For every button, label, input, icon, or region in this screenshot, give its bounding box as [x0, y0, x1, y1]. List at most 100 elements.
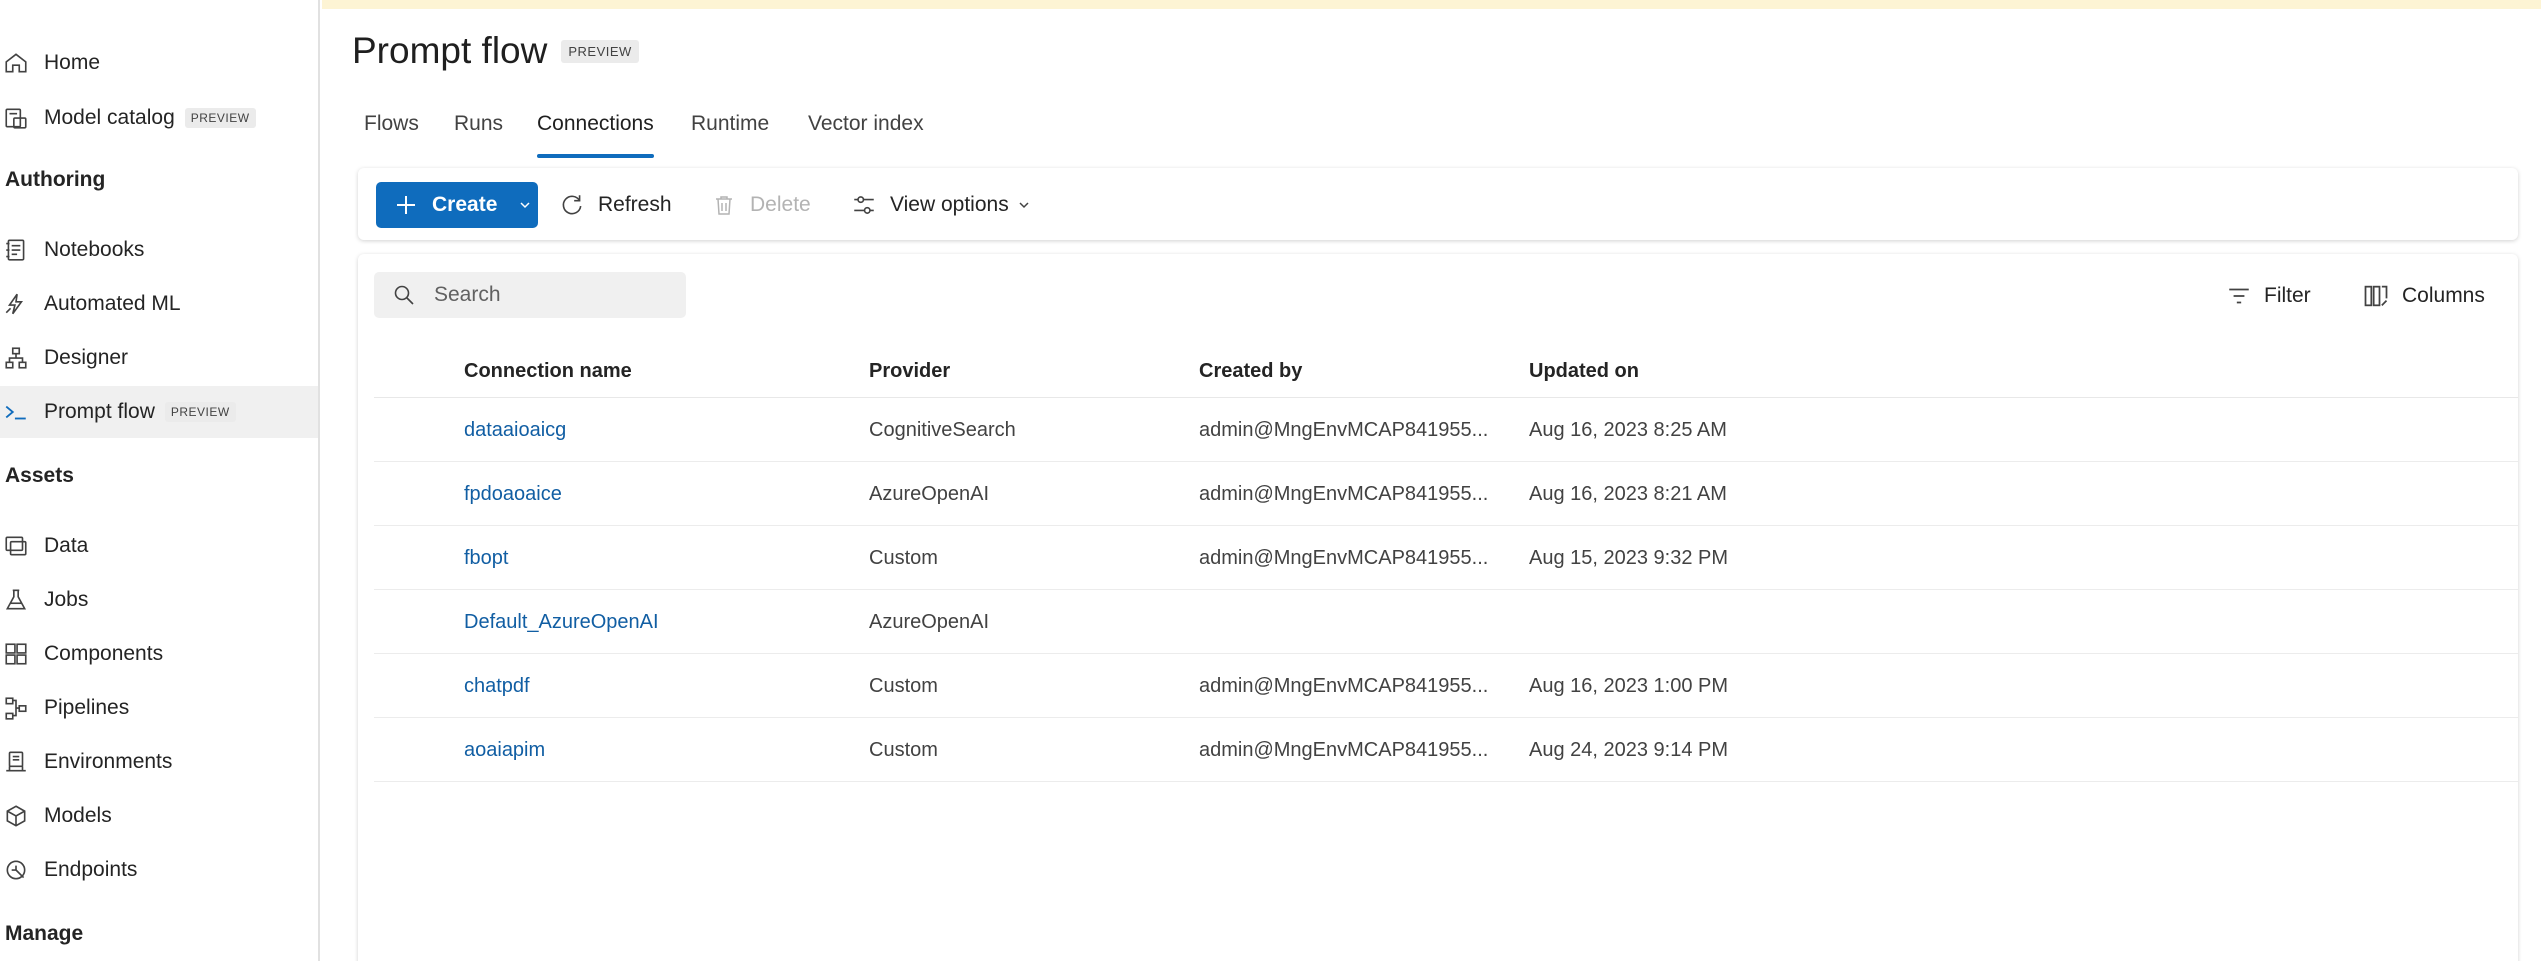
column-header-provider[interactable]: Provider: [869, 360, 950, 383]
tab-label: Flows: [364, 112, 419, 135]
tab-connections[interactable]: Connections: [537, 106, 654, 158]
chevron-down-icon: [520, 202, 530, 209]
options-sliders-icon: [850, 191, 878, 219]
provider-cell: AzureOpenAI: [869, 483, 990, 505]
filter-icon: [2229, 288, 2249, 304]
sidebar-item-models[interactable]: Models: [0, 790, 318, 842]
view-options-button[interactable]: View options: [850, 182, 1031, 228]
table-row[interactable]: dataaioaicg CognitiveSearch admin@MngEnv…: [374, 398, 2518, 462]
column-header-created-by[interactable]: Created by: [1199, 360, 1302, 383]
catalog-icon: [3, 105, 29, 131]
page-title: Prompt flow PREVIEW: [352, 30, 639, 72]
provider-cell: Custom: [869, 675, 938, 697]
models-icon: [3, 803, 29, 829]
columns-button-label: Columns: [2402, 284, 2485, 307]
column-header-updated-on[interactable]: Updated on: [1529, 360, 1639, 383]
connection-name-link[interactable]: chatpdf: [464, 675, 530, 698]
columns-button[interactable]: Columns: [2362, 280, 2485, 312]
tab-label: Vector index: [808, 112, 924, 135]
provider-cell: Custom: [869, 547, 938, 569]
sidebar-item-jobs[interactable]: Jobs: [0, 574, 318, 626]
created-by-cell: admin@MngEnvMCAP841955....: [1199, 483, 1489, 505]
sidebar-item-label: Prompt flow: [44, 400, 155, 423]
connections-grid-card: Filter Columns Connection name Provider …: [358, 254, 2518, 961]
sidebar-item-components[interactable]: Components: [0, 628, 318, 680]
sidebar-item-label: Automated ML: [44, 292, 181, 315]
tab-flows[interactable]: Flows: [364, 106, 419, 158]
sidebar-item-pipelines[interactable]: Pipelines: [0, 682, 318, 734]
created-by-cell: admin@MngEnvMCAP841955....: [1199, 419, 1489, 441]
tab-runtime[interactable]: Runtime: [691, 106, 769, 158]
connection-name-link[interactable]: fbopt: [464, 547, 508, 570]
connection-name-link[interactable]: fpdoaoaice: [464, 483, 562, 506]
section-heading-manage: Manage: [5, 922, 84, 945]
home-icon: [3, 50, 29, 76]
filter-button[interactable]: Filter: [2226, 280, 2311, 312]
sidebar-item-label: Jobs: [44, 588, 89, 611]
column-header-connection-name[interactable]: Connection name: [464, 360, 632, 383]
tab-vector-index[interactable]: Vector index: [808, 106, 924, 158]
sidebar-item-home[interactable]: Home: [0, 37, 318, 89]
updated-on-cell: Aug 16, 2023 8:21 AM: [1529, 483, 1727, 505]
search-input[interactable]: [434, 280, 674, 310]
refresh-button[interactable]: Refresh: [558, 182, 672, 228]
designer-icon: [3, 345, 29, 371]
preview-badge: PREVIEW: [184, 108, 256, 129]
delete-button[interactable]: Delete: [710, 182, 811, 228]
refresh-icon: [558, 191, 586, 219]
table-row[interactable]: aoaiapim Custom admin@MngEnvMCAP841955..…: [374, 718, 2518, 782]
sidebar-item-automated-ml[interactable]: Automated ML: [0, 278, 318, 330]
sidebar-item-label: Data: [44, 534, 89, 557]
active-tab-indicator: [537, 154, 654, 158]
refresh-button-label: Refresh: [598, 193, 672, 216]
tab-runs[interactable]: Runs: [454, 106, 503, 158]
notebook-icon: [3, 237, 29, 263]
automl-icon: [3, 291, 29, 317]
trash-icon: [710, 191, 738, 219]
created-by-cell: admin@MngEnvMCAP841955....: [1199, 547, 1489, 569]
table-row[interactable]: fbopt Custom admin@MngEnvMCAP841955.... …: [374, 526, 2518, 590]
preview-badge: PREVIEW: [561, 39, 639, 63]
data-icon: [3, 533, 29, 559]
sidebar-item-label: Home: [44, 51, 101, 74]
updated-on-cell: Aug 15, 2023 9:32 PM: [1529, 547, 1729, 569]
command-bar: Create Refresh Delete View options: [358, 168, 2518, 240]
pipelines-icon: [3, 695, 29, 721]
search-box[interactable]: [374, 272, 686, 318]
created-by-cell: admin@MngEnvMCAP841955....: [1199, 739, 1489, 761]
updated-on-cell: Aug 16, 2023 8:25 AM: [1529, 419, 1727, 441]
filter-button-label: Filter: [2264, 284, 2311, 307]
sidebar-item-label: Models: [44, 804, 112, 827]
section-heading-authoring: Authoring: [5, 168, 106, 191]
sidebar-item-designer[interactable]: Designer: [0, 332, 318, 384]
tab-label: Runs: [454, 112, 504, 135]
sidebar-item-label: Designer: [44, 346, 129, 369]
tab-label: Runtime: [691, 112, 770, 135]
create-button[interactable]: Create: [376, 182, 538, 228]
provider-cell: CognitiveSearch: [869, 419, 1016, 441]
sidebar-item-label: Pipelines: [44, 696, 130, 719]
create-button-label: Create: [432, 193, 498, 216]
connection-name-link[interactable]: Default_AzureOpenAI: [464, 611, 659, 634]
connections-table: Connection name Provider Created by Upda…: [374, 344, 2518, 782]
sidebar-item-model-catalog[interactable]: Model catalog PREVIEW: [0, 92, 318, 144]
chevron-down-icon: [1019, 202, 1029, 209]
provider-cell: Custom: [869, 739, 938, 761]
sidebar-item-prompt-flow[interactable]: Prompt flow PREVIEW: [0, 386, 318, 438]
sidebar-item-notebooks[interactable]: Notebooks: [0, 224, 318, 276]
table-row[interactable]: Default_AzureOpenAI AzureOpenAI: [374, 590, 2518, 654]
endpoints-icon: [3, 857, 29, 883]
preview-badge: PREVIEW: [164, 402, 236, 423]
sidebar-item-endpoints[interactable]: Endpoints: [0, 844, 318, 896]
connection-name-link[interactable]: dataaioaicg: [464, 419, 566, 442]
sidebar-item-data[interactable]: Data: [0, 520, 318, 572]
table-header-row: Connection name Provider Created by Upda…: [374, 344, 2518, 398]
left-sidebar: Home Model catalog PREVIEW Authoring Note…: [0, 0, 320, 961]
prompt-flow-icon: [3, 399, 29, 425]
table-row[interactable]: chatpdf Custom admin@MngEnvMCAP841955...…: [374, 654, 2518, 718]
table-row[interactable]: fpdoaoaice AzureOpenAI admin@MngEnvMCAP8…: [374, 462, 2518, 526]
connection-name-link[interactable]: aoaiapim: [464, 739, 545, 762]
sidebar-item-label: Environments: [44, 750, 173, 773]
sidebar-item-environments[interactable]: Environments: [0, 736, 318, 788]
section-heading-assets: Assets: [5, 464, 74, 487]
